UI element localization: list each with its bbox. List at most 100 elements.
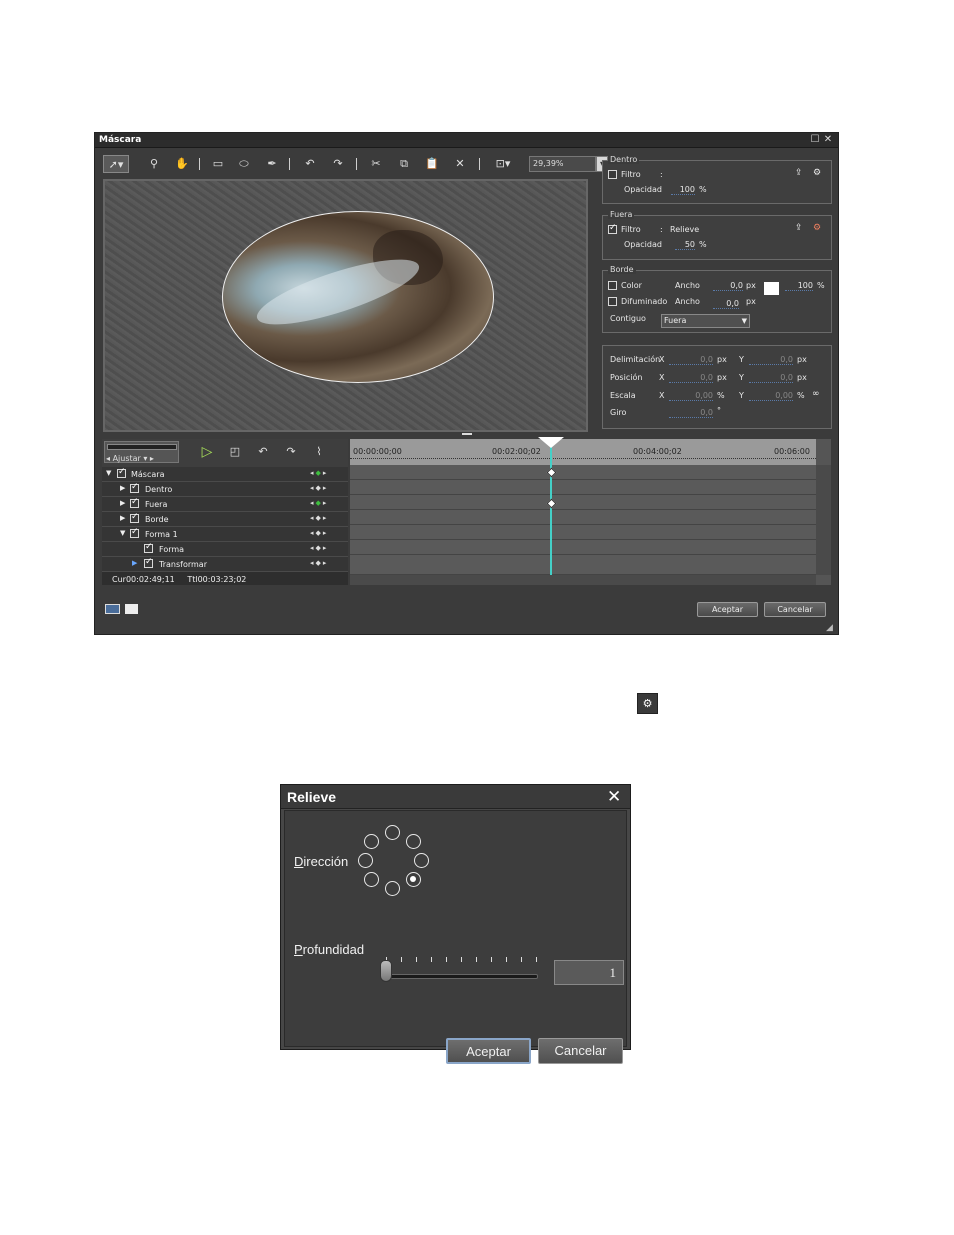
next-keyframe-icon[interactable]: ↷ — [282, 443, 300, 461]
mascara-ok-button[interactable]: Aceptar — [697, 602, 758, 617]
play-icon[interactable]: ▷ — [198, 443, 216, 461]
mascara-cancel-button[interactable]: Cancelar — [764, 602, 826, 617]
collapse-icon[interactable]: ▼ — [106, 469, 111, 477]
close-icon[interactable]: ✕ — [822, 134, 834, 146]
expand-icon[interactable]: ▶ — [120, 499, 125, 507]
borde-difuminado-field[interactable]: 0,0 — [713, 299, 739, 309]
track-row-borde[interactable]: ▶ Borde ◂◆▸ — [102, 512, 348, 527]
hand-tool-icon[interactable]: ✋ — [173, 155, 191, 173]
timeline-row[interactable] — [350, 480, 816, 495]
rectangle-tool-icon[interactable]: ▭ — [209, 155, 227, 173]
dentro-opacidad-field[interactable]: 100 — [671, 185, 695, 195]
direction-radio-right[interactable] — [414, 853, 429, 868]
keyframe-nav-icon[interactable]: ◂◆▸ — [310, 484, 328, 492]
prev-keyframe-icon[interactable]: ↶ — [254, 443, 272, 461]
keyframe-nav-icon[interactable]: ◂◆▸ — [310, 469, 328, 477]
timeline-row[interactable] — [350, 465, 816, 480]
profundidad-slider-thumb[interactable] — [380, 960, 392, 982]
pen-tool-icon[interactable]: ✒ — [263, 155, 281, 173]
timeline-horizontal-scrollbar[interactable] — [350, 575, 816, 585]
ajustar-dropdown[interactable]: ◂ Ajustar ▾ ▸ — [106, 454, 178, 463]
paste-icon[interactable]: 📋 — [423, 155, 441, 173]
contiguo-select[interactable]: Fuera ▼ — [661, 314, 750, 328]
copy-icon[interactable]: ⧉ — [395, 155, 413, 173]
delimitacion-x-field[interactable]: 0,0 — [669, 355, 713, 365]
posicion-x-field[interactable]: 0,0 — [669, 373, 713, 383]
fuera-filter-settings-icon[interactable]: ⚙ — [813, 223, 821, 233]
track-checkbox[interactable] — [144, 557, 153, 568]
keyframe-nav-icon[interactable]: ◂◆▸ — [310, 529, 328, 537]
maximize-icon[interactable]: ☐ — [809, 134, 821, 146]
track-row-dentro[interactable]: ▶ Dentro ◂◆▸ — [102, 482, 348, 497]
borde-difuminado-checkbox[interactable] — [608, 297, 617, 306]
ellipse-tool-icon[interactable]: ⬭ — [235, 155, 253, 173]
collapse-icon[interactable]: ▼ — [120, 529, 125, 537]
direction-radio-left[interactable] — [358, 853, 373, 868]
borde-color-checkbox[interactable] — [608, 281, 617, 290]
undo-icon[interactable]: ↶ — [301, 155, 319, 173]
expand-icon[interactable]: ▶ — [132, 559, 137, 567]
relieve-ok-button[interactable]: Aceptar — [446, 1038, 531, 1064]
track-row-mascara[interactable]: ▼ Máscara ◂◆▸ — [102, 467, 348, 482]
track-checkbox[interactable] — [130, 482, 139, 493]
redo-icon[interactable]: ↷ — [329, 155, 347, 173]
zoom-field[interactable]: 29,39% — [529, 156, 596, 172]
giro-field[interactable]: 0,0 — [669, 408, 713, 418]
delimitacion-y-field[interactable]: 0,0 — [749, 355, 793, 365]
timeline-zoom-slider[interactable] — [107, 444, 177, 450]
timeline-row[interactable] — [350, 525, 816, 540]
mask-preview[interactable] — [103, 179, 588, 432]
profundidad-slider-track[interactable] — [386, 974, 538, 979]
timeline-row[interactable] — [350, 495, 816, 510]
borde-color-swatch[interactable] — [764, 282, 779, 295]
select-tool-icon[interactable]: ➚▾ — [103, 155, 129, 173]
fuera-filtro-checkbox[interactable] — [608, 223, 617, 234]
dentro-filter-settings-icon[interactable]: ⚙ — [813, 168, 821, 178]
link-aspect-icon[interactable]: ∞ — [812, 389, 820, 399]
layout-split-icon[interactable] — [105, 604, 120, 614]
playhead-handle[interactable] — [538, 437, 564, 448]
borde-ancho-field[interactable]: 0,0 — [713, 281, 743, 291]
playhead[interactable] — [550, 443, 552, 579]
borde-opacity-field[interactable]: 100 — [785, 281, 813, 291]
track-checkbox[interactable] — [130, 512, 139, 523]
timeline-vertical-scrollbar[interactable] — [816, 465, 831, 575]
direction-radio-bottom-right[interactable] — [406, 872, 421, 887]
track-checkbox[interactable] — [117, 467, 126, 478]
fit-view-icon[interactable]: ⊡▾ — [489, 155, 517, 173]
graph-icon[interactable]: ⌇ — [310, 443, 328, 461]
zoom-tool-icon[interactable]: ⚲ — [145, 155, 163, 173]
escala-x-field[interactable]: 0,00 — [669, 391, 713, 401]
keyframe-nav-icon[interactable]: ◂◆▸ — [310, 544, 328, 552]
track-checkbox[interactable] — [130, 527, 139, 538]
close-icon[interactable]: ✕ — [607, 787, 621, 807]
relieve-cancel-button[interactable]: Cancelar — [538, 1038, 623, 1064]
track-checkbox[interactable] — [144, 542, 153, 553]
track-row-forma1[interactable]: ▼ Forma 1 ◂◆▸ — [102, 527, 348, 542]
cut-icon[interactable]: ✂ — [367, 155, 385, 173]
track-checkbox[interactable] — [130, 497, 139, 508]
layout-single-icon[interactable] — [125, 604, 138, 614]
delete-icon[interactable]: ✕ — [451, 155, 469, 173]
mask-ellipse-shape[interactable] — [222, 211, 494, 383]
posicion-y-field[interactable]: 0,0 — [749, 373, 793, 383]
timeline-area[interactable]: 00:00:00;00 00:02:00;02 00:04:00;02 00:0… — [350, 437, 831, 585]
add-keyframe-icon[interactable]: ◰ — [226, 443, 244, 461]
timeline-row[interactable] — [350, 510, 816, 525]
timeline-ruler[interactable]: 00:00:00;00 00:02:00;02 00:04:00;02 00:0… — [350, 439, 816, 465]
keyframe-nav-icon[interactable]: ◂◆▸ — [310, 559, 328, 567]
track-row-fuera[interactable]: ▶ Fuera ◂◆▸ — [102, 497, 348, 512]
profundidad-input[interactable]: 1 — [554, 960, 624, 985]
direction-radio-top[interactable] — [385, 825, 400, 840]
direction-radio-bottom[interactable] — [385, 881, 400, 896]
dentro-filtro-checkbox[interactable] — [608, 170, 617, 179]
direction-radio-top-right[interactable] — [406, 834, 421, 849]
keyframe-nav-icon[interactable]: ◂◆▸ — [310, 499, 328, 507]
direction-radio-top-left[interactable] — [364, 834, 379, 849]
escala-y-field[interactable]: 0,00 — [749, 391, 793, 401]
fuera-opacidad-field[interactable]: 50 — [675, 240, 695, 250]
timeline-row[interactable] — [350, 540, 816, 555]
resize-grip-icon[interactable]: ◢ — [826, 623, 833, 633]
dentro-filter-load-icon[interactable]: ⇪ — [795, 168, 803, 178]
fuera-filter-load-icon[interactable]: ⇪ — [795, 223, 803, 233]
